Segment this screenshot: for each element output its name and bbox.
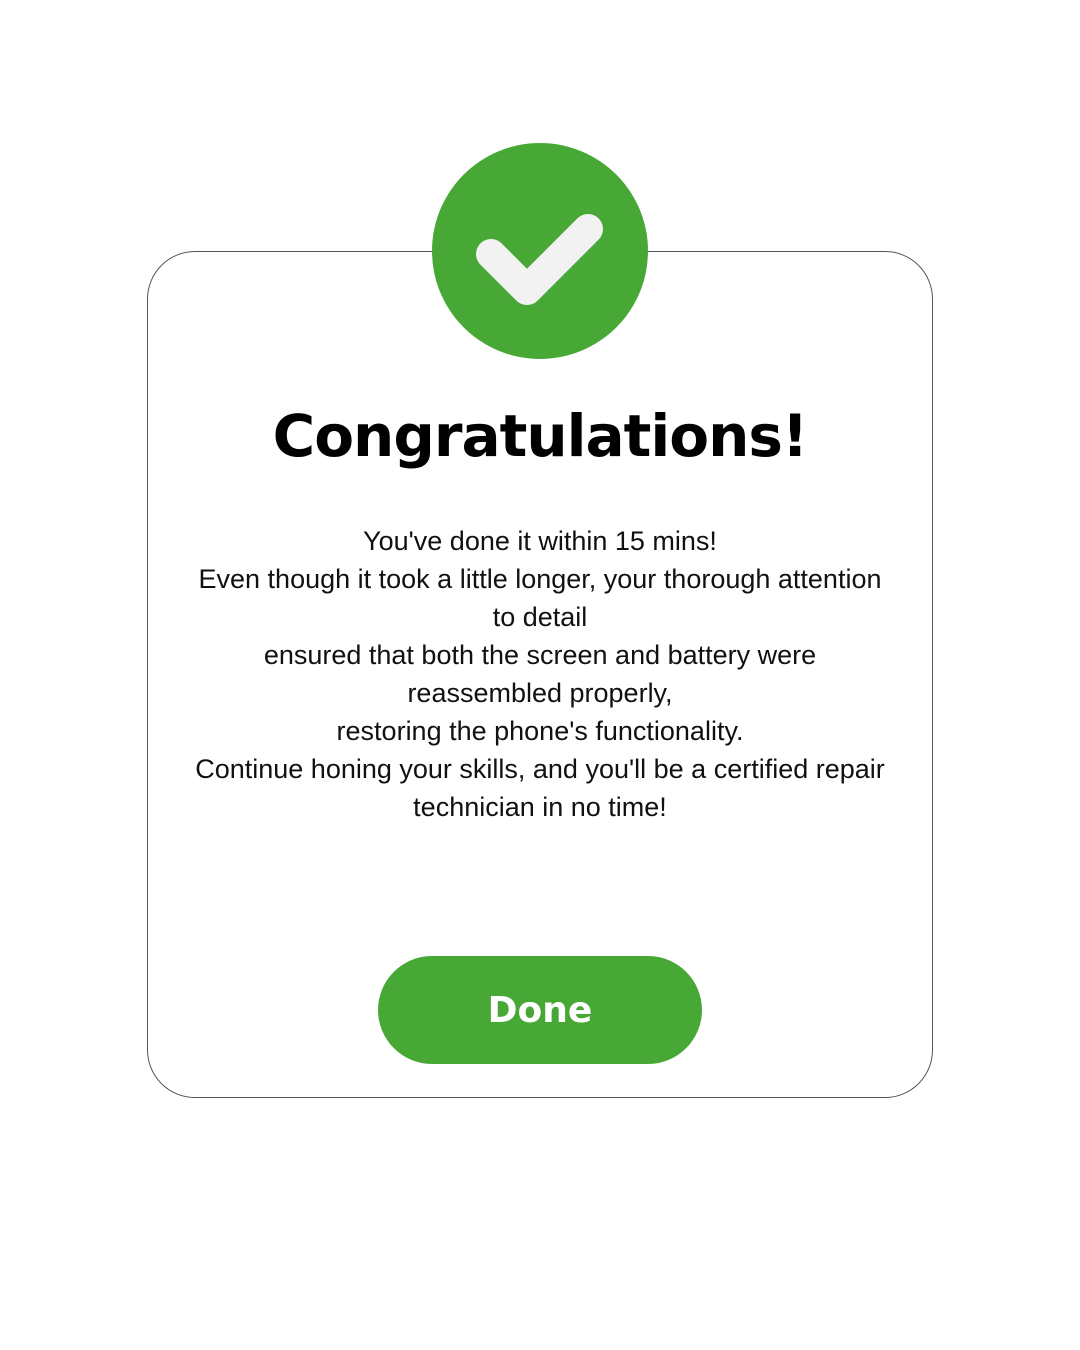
message-line: restoring the phone's functionality. (336, 716, 744, 746)
dialog-message: You've done it within 15 mins! Even thou… (190, 522, 890, 826)
message-line: Continue honing your skills, and you'll … (195, 754, 885, 822)
message-line: ensured that both the screen and battery… (263, 640, 817, 708)
message-line: Even though it took a little longer, you… (198, 564, 882, 632)
success-badge (432, 143, 648, 359)
dialog-title: Congratulations! (272, 402, 809, 470)
check-icon (476, 214, 603, 305)
done-button[interactable]: Done (378, 956, 702, 1064)
message-line: You've done it within 15 mins! (363, 526, 717, 556)
